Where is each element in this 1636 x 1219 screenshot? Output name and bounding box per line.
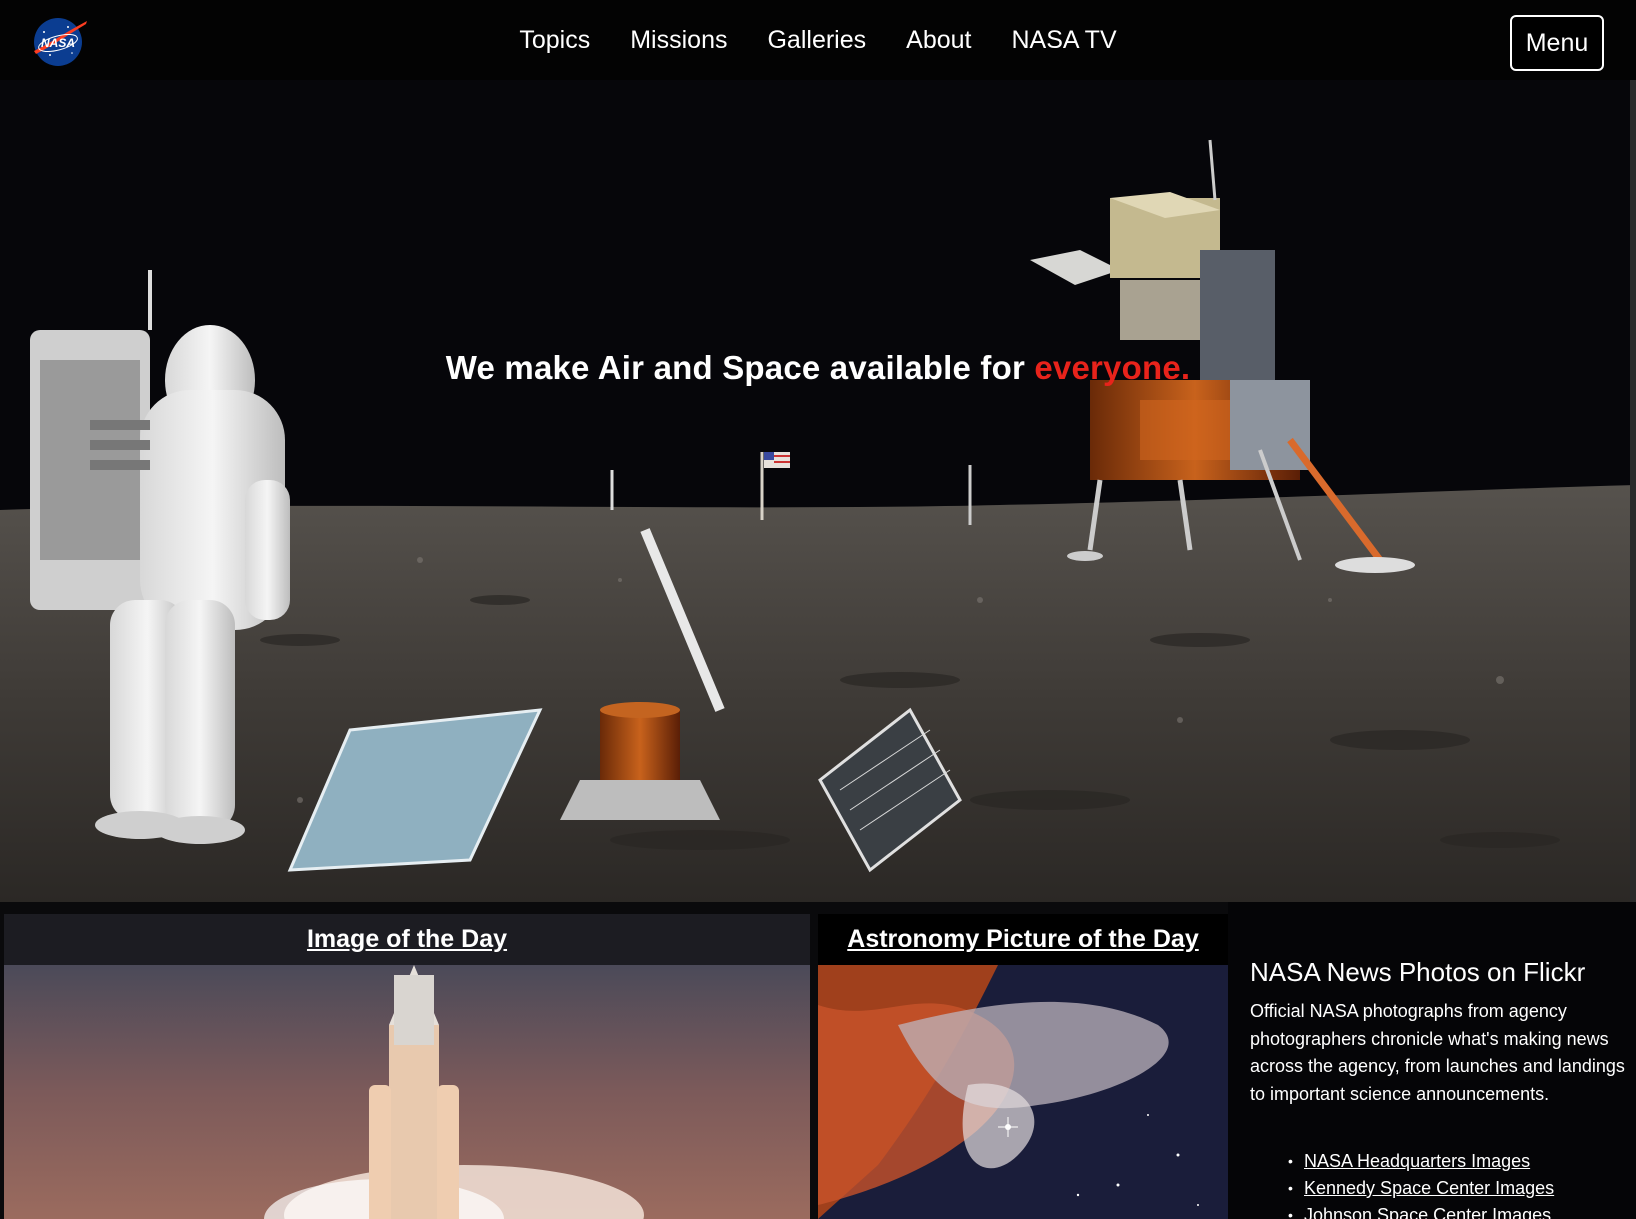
nav-topics[interactable]: Topics [499, 0, 610, 80]
link-hq-images[interactable]: NASA Headquarters Images [1304, 1151, 1530, 1171]
page-scrollbar[interactable] [1630, 80, 1636, 902]
hero-tagline: We make Air and Space available for ever… [0, 349, 1636, 387]
featured-section: Image of the Day Astronomy Picture of th… [0, 902, 1636, 1219]
nebula-image[interactable] [818, 965, 1228, 1219]
flickr-panel: NASA News Photos on Flickr Official NASA… [1228, 902, 1636, 1219]
image-of-the-day-card[interactable]: Image of the Day [4, 914, 810, 1219]
apod-header: Astronomy Picture of the Day [818, 914, 1228, 965]
image-of-the-day-header: Image of the Day [4, 914, 810, 965]
apod-link[interactable]: Astronomy Picture of the Day [847, 925, 1198, 954]
apod-card[interactable]: Astronomy Picture of the Day [818, 914, 1228, 1219]
link-johnson-images[interactable]: Johnson Space Center Images [1304, 1205, 1551, 1219]
nav-about[interactable]: About [886, 0, 991, 80]
site-header: NASA Topics Missions Galleries About NAS… [0, 0, 1636, 80]
menu-button[interactable]: Menu [1510, 15, 1604, 71]
main-nav: Topics Missions Galleries About NASA TV [0, 0, 1636, 80]
list-item: Johnson Space Center Images [1288, 1202, 1554, 1219]
flickr-links: NASA Headquarters Images Kennedy Space C… [1250, 1148, 1554, 1219]
flickr-description: Official NASA photographs from agency ph… [1250, 1001, 1625, 1104]
list-item: NASA Headquarters Images [1288, 1148, 1554, 1175]
moon-landing-hero-image [0, 80, 1636, 902]
hero-banner: We make Air and Space available for ever… [0, 80, 1636, 902]
link-kennedy-images[interactable]: Kennedy Space Center Images [1304, 1178, 1554, 1198]
nav-nasa-tv[interactable]: NASA TV [991, 0, 1136, 80]
tagline-accent: everyone. [1034, 349, 1191, 386]
nav-galleries[interactable]: Galleries [747, 0, 886, 80]
list-item: Kennedy Space Center Images [1288, 1175, 1554, 1202]
rocket-launch-image[interactable] [4, 965, 810, 1219]
tagline-text: We make Air and Space available for [445, 349, 1035, 386]
image-of-the-day-link[interactable]: Image of the Day [307, 925, 507, 954]
nav-missions[interactable]: Missions [610, 0, 747, 80]
flickr-title: NASA News Photos on Flickr [1250, 957, 1586, 987]
